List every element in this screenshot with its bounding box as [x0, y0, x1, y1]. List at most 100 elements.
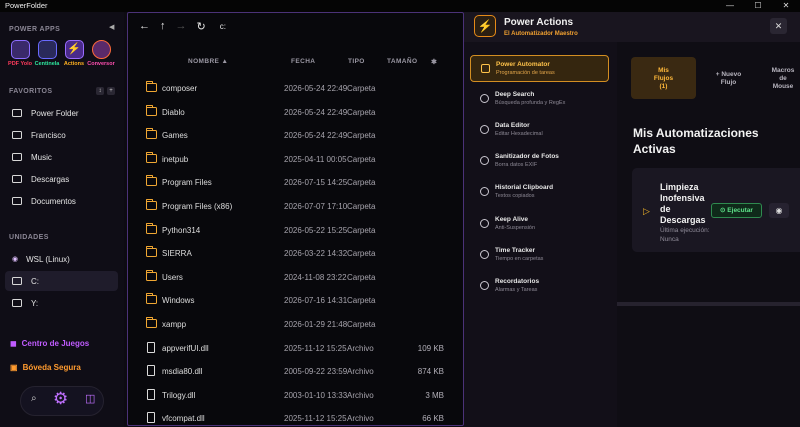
menu-item[interactable]: Deep Search Búsqueda profunda y RegEx	[470, 86, 609, 113]
column-type[interactable]: TIPO	[348, 58, 365, 65]
menu-item-title: Recordatorios	[495, 277, 540, 285]
file-date: 2026-05-22 15:25	[284, 225, 348, 235]
file-name: Games	[162, 131, 188, 141]
app-pdf-yolo[interactable]: PDF Yolo	[8, 40, 32, 67]
folder-icon	[145, 175, 157, 187]
sidebar-item-descargas[interactable]: Descargas	[5, 169, 118, 189]
maximize-button[interactable]: ☐	[744, 0, 772, 12]
close-window-button[interactable]: ✕	[772, 0, 800, 12]
back-icon[interactable]: ←	[139, 20, 150, 33]
table-row[interactable]: xampp 2026-01-29 21:48 Carpeta	[128, 313, 463, 336]
app-centinela[interactable]: Centinela	[35, 40, 59, 67]
menu-item[interactable]: Time Tracker Tiempo en carpetas	[470, 242, 609, 269]
sidebar-item-power-folder[interactable]: Power Folder	[5, 103, 118, 123]
menu-item[interactable]: Data Editor Editar Hexadecimal	[470, 117, 609, 144]
menu-item[interactable]: Sanitizador de Fotos Borra datos EXIF	[470, 148, 609, 175]
column-name[interactable]: NOMBRE ▲	[188, 58, 228, 65]
gear-icon[interactable]: ⚙	[53, 389, 68, 409]
table-row[interactable]: Users 2024-11-08 23:22 Carpeta	[128, 266, 463, 289]
menu-item[interactable]: Keep Alive Anti-Suspensión	[470, 211, 609, 238]
menu-item-title: Data Editor	[495, 122, 530, 130]
heading-line: Activas	[633, 142, 676, 156]
add-favorite-icon[interactable]: +	[107, 87, 115, 95]
menu-item-icon	[480, 249, 489, 259]
sort-favorites-icon[interactable]: ↕	[96, 87, 104, 95]
sidebar-item-drive-y[interactable]: Y:	[5, 293, 118, 313]
path-field[interactable]: c:	[220, 22, 226, 33]
run-flow-button[interactable]: ⊙ Ejecutar	[711, 203, 762, 218]
file-name: appverifUI.dll	[162, 343, 209, 353]
table-row[interactable]: SIERRA 2026-03-22 14:32 Carpeta	[128, 242, 463, 265]
linux-icon: ◉	[12, 256, 19, 263]
table-row[interactable]: msdia80.dll 2005-09-22 23:59 Archivo 874 KB	[128, 360, 463, 383]
sidebar: POWER APPS ◀ PDF Yolo Centinela ⚡ Action…	[0, 12, 124, 427]
table-row[interactable]: Program Files (x86) 2026-07-07 17:10 Carpe…	[128, 195, 463, 218]
scrollbar[interactable]	[458, 13, 461, 425]
table-row[interactable]: Windows 2026-07-16 14:31 Carpeta	[128, 289, 463, 312]
eye-icon[interactable]: ◉	[769, 203, 789, 218]
table-row[interactable]: Python314 2026-05-22 15:25 Carpeta	[128, 219, 463, 242]
folder-icon	[12, 109, 22, 117]
folder-icon	[145, 246, 157, 258]
menu-item-subtitle: Búsqueda profunda y RegEx	[495, 100, 566, 107]
file-type: Carpeta	[347, 84, 376, 93]
play-icon[interactable]: ▷	[643, 206, 650, 217]
file-size: 66 KB	[422, 414, 444, 424]
tab-my-flows[interactable]: Mis Flujos (1)	[631, 57, 696, 99]
column-size[interactable]: TAMAÑO	[387, 58, 417, 65]
menu-item[interactable]: Historial Clipboard Textos copiados	[470, 179, 609, 206]
tab-new-flow[interactable]: + Nuevo Flujo	[701, 57, 756, 99]
forward-icon[interactable]: →	[176, 20, 187, 33]
menu-item-icon	[481, 64, 490, 73]
pdf-yolo-icon	[10, 40, 30, 59]
table-row[interactable]: vfcompat.dll 2025-11-12 15:25 Archivo 66 KB	[128, 407, 463, 425]
close-panel-button[interactable]: ✕	[770, 18, 787, 34]
sidebar-item-music[interactable]: Music	[5, 147, 118, 167]
app-conversor[interactable]: Conversor	[87, 40, 115, 67]
up-icon[interactable]: ↑	[160, 20, 166, 33]
game-center-link[interactable]: ◼ Centro de Juegos	[10, 339, 89, 348]
app-actions[interactable]: ⚡ Actions	[62, 40, 86, 67]
tab-label: + Nuevo	[715, 71, 742, 78]
minimize-button[interactable]: —	[716, 0, 744, 12]
sidebar-item-drive-c[interactable]: C:	[5, 271, 118, 291]
sidebar-item-wsl[interactable]: ◉ WSL (Linux)	[5, 249, 118, 269]
file-type: Carpeta	[347, 272, 376, 282]
menu-item-subtitle: Anti-Suspensión	[495, 224, 536, 231]
sidebar-item-francisco[interactable]: Francisco	[5, 125, 118, 145]
tab-mouse-macros[interactable]: Macros de Mouse	[759, 57, 800, 99]
file-type: Archivo	[347, 367, 374, 377]
menu-item[interactable]: Power Automator Programación de tareas	[470, 55, 609, 82]
file-name: composer	[162, 84, 198, 93]
table-row[interactable]: appverifUI.dll 2025-11-12 15:25 Archivo 109…	[128, 337, 463, 360]
sidebar-item-documentos[interactable]: Documentos	[5, 191, 118, 211]
folder-icon	[12, 153, 22, 161]
centinela-icon	[37, 40, 57, 59]
table-row[interactable]: Diablo 2026-05-24 22:49 Carpeta	[128, 101, 463, 124]
table-row[interactable]: composer 2026-05-24 22:49 Carpeta	[128, 77, 463, 100]
search-icon[interactable]: ⌕	[31, 393, 37, 404]
gamepad-icon: ◼	[10, 339, 17, 348]
menu-item-title: Sanitizador de Fotos	[495, 153, 559, 161]
last-run-label: Última ejecución:	[660, 227, 710, 234]
table-row[interactable]: Games 2026-05-24 22:49 Carpeta	[128, 124, 463, 147]
column-settings-icon[interactable]: ✱	[431, 58, 437, 66]
secure-vault-link[interactable]: ▣ Bóveda Segura	[10, 363, 81, 372]
collapse-sidebar-icon[interactable]: ◀	[109, 23, 114, 31]
sidebar-item-label: Music	[31, 152, 52, 162]
tab-label: Flujos	[653, 75, 674, 82]
folder-icon	[12, 131, 22, 139]
column-date[interactable]: FECHA	[291, 58, 315, 65]
file-type: Carpeta	[347, 296, 376, 306]
menu-item-title: Time Tracker	[495, 246, 535, 254]
heading-line: Mis Automatizaciones	[633, 126, 759, 140]
refresh-icon[interactable]: ↻	[197, 20, 206, 33]
panel-toggle-icon[interactable]: ◫	[85, 392, 95, 405]
flow-title-line: Inofensiva	[660, 193, 705, 203]
power-apps-label: POWER APPS	[9, 26, 61, 33]
file-date: 2025-04-11 00:05	[284, 154, 347, 164]
table-row[interactable]: Program Files 2026-07-15 14:25 Carpeta	[128, 171, 463, 194]
table-row[interactable]: inetpub 2025-04-11 00:05 Carpeta	[128, 148, 463, 171]
table-row[interactable]: Trilogy.dll 2003-01-10 13:33 Archivo 3 MB	[128, 384, 463, 407]
menu-item[interactable]: Recordatorios Alarmas y Tareas	[470, 273, 609, 300]
